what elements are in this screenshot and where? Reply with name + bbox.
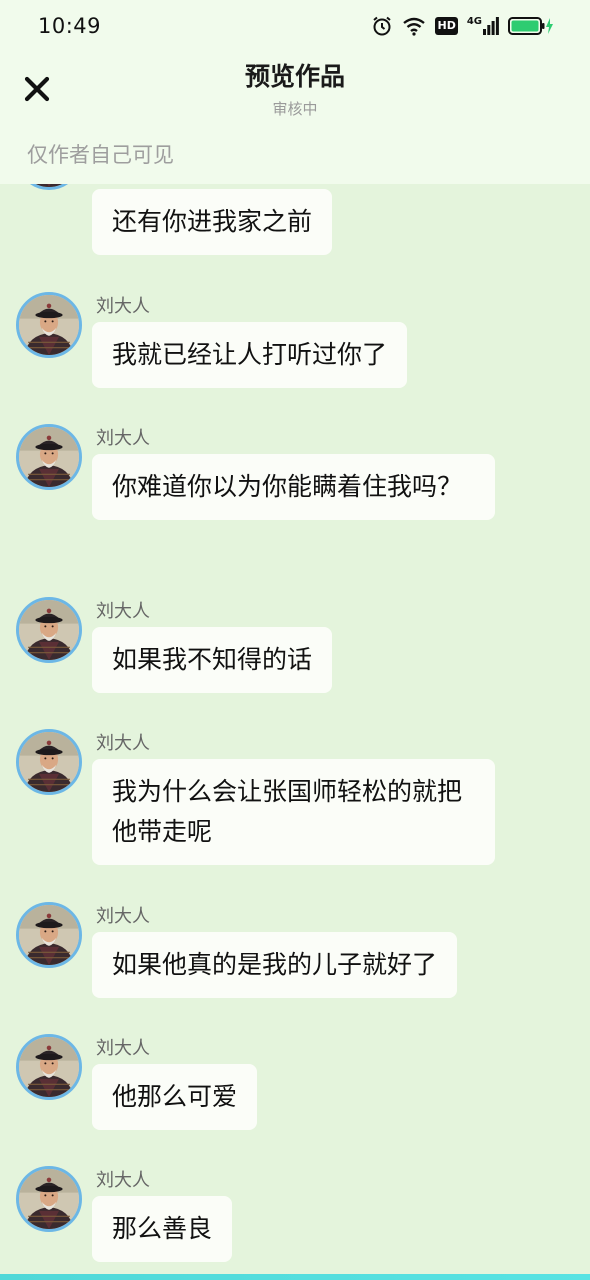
chat-list[interactable]: 还有你进我家之前 刘大人 我就已经让人打听过你了 刘大人 你难道你以为你能瞒着住…: [0, 184, 590, 1274]
sender-name: 刘大人: [96, 1170, 150, 1191]
message-bubble[interactable]: 如果我不知得的话: [92, 627, 333, 693]
review-status: 审核中: [272, 100, 318, 118]
message-bubble[interactable]: 他那么可爱: [92, 1064, 258, 1130]
message-bubble[interactable]: 如果他真的是我的儿子就好了: [92, 932, 458, 998]
message-bubble[interactable]: 我为什么会让张国师轻松的就把他带走呢: [92, 759, 495, 865]
message-bubble[interactable]: 那么善良: [92, 1196, 233, 1262]
status-bar: 10:49 HD 4G: [0, 0, 590, 52]
message-bubble[interactable]: 你难道你以为你能瞒着住我吗？: [92, 454, 495, 520]
signal-4g-icon: 4G: [467, 17, 499, 35]
avatar[interactable]: [16, 424, 82, 490]
header: 预览作品 审核中 仅作者自己可见: [0, 52, 590, 184]
avatar[interactable]: [16, 184, 82, 190]
avatar[interactable]: [16, 729, 82, 795]
network-type-label: 4G: [466, 16, 482, 27]
avatar[interactable]: [16, 902, 82, 968]
sender-name: 刘大人: [96, 296, 150, 317]
wifi-icon: [402, 16, 426, 36]
sender-name: 刘大人: [96, 1038, 150, 1059]
avatar[interactable]: [16, 1034, 82, 1100]
sender-name: 刘大人: [96, 601, 150, 622]
hd-icon: HD: [435, 17, 458, 35]
message-bubble[interactable]: 还有你进我家之前: [92, 189, 333, 255]
message-bubble[interactable]: 我就已经让人打听过你了: [92, 322, 408, 388]
status-icons: HD 4G: [371, 15, 554, 37]
avatar[interactable]: [16, 292, 82, 358]
visibility-note: 仅作者自己可见: [27, 143, 174, 167]
sender-name: 刘大人: [96, 906, 150, 927]
page-title: 预览作品: [244, 62, 345, 91]
status-time: 10:49: [38, 14, 102, 38]
bottom-accent-bar: [0, 1274, 590, 1280]
avatar[interactable]: [16, 597, 82, 663]
sender-name: 刘大人: [96, 428, 150, 449]
alarm-icon: [371, 15, 393, 37]
battery-charging-icon: [508, 16, 554, 36]
avatar[interactable]: [16, 1166, 82, 1232]
app-screen: 10:49 HD 4G 预览作品 审核中 仅作者自己可见 还有你进我家之前 刘大…: [0, 0, 590, 1280]
sender-name: 刘大人: [96, 733, 150, 754]
title-group: 预览作品 审核中: [0, 60, 590, 120]
